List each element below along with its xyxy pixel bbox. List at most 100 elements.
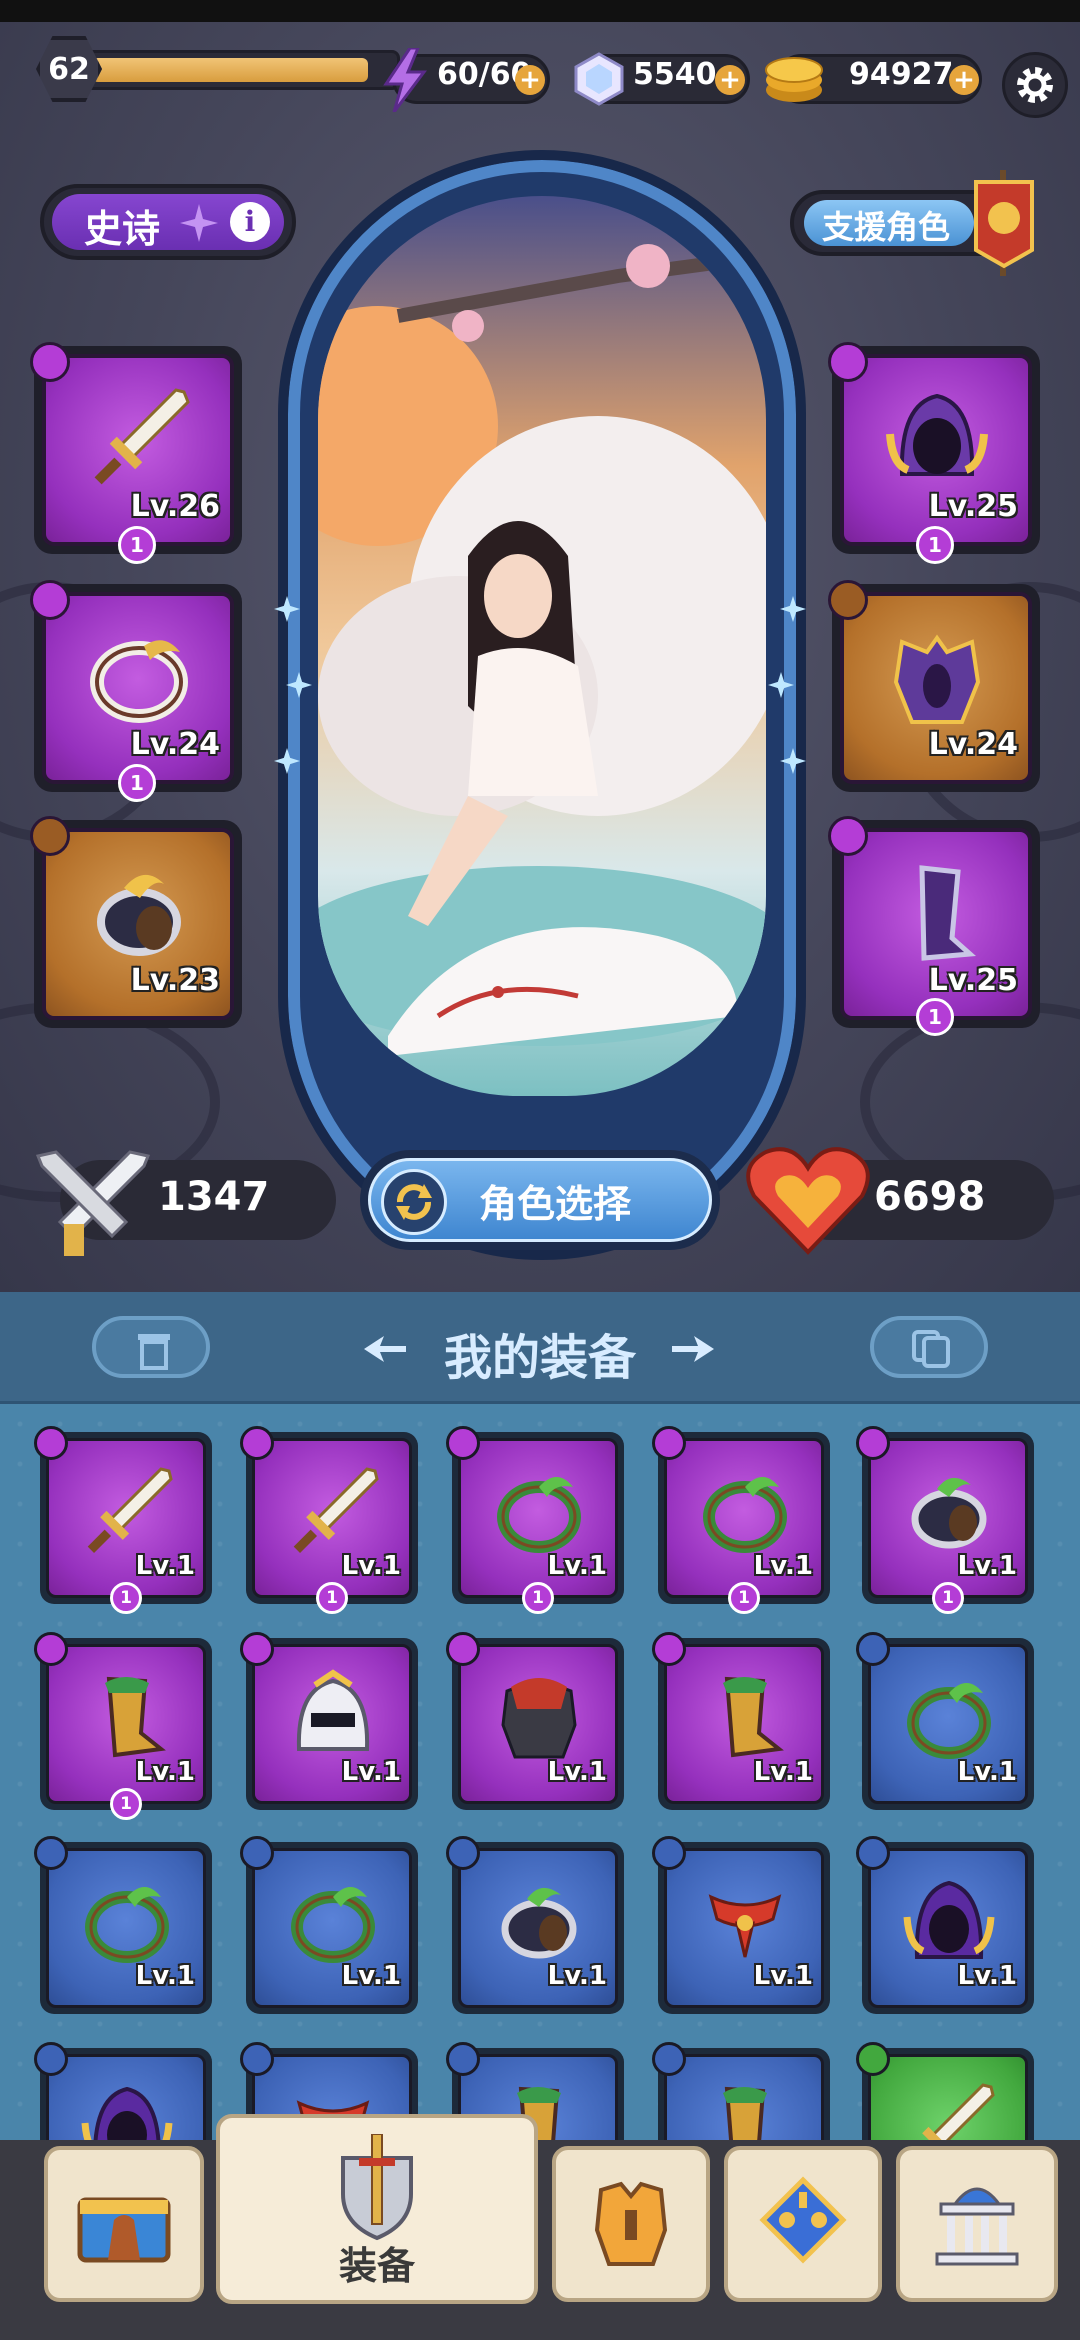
- inventory-item[interactable]: Lv.1 1: [652, 1426, 830, 1614]
- nav-equipment[interactable]: 装备: [216, 2114, 538, 2304]
- rarity-badge[interactable]: 史诗 i: [40, 184, 296, 260]
- ring-type-icon: [30, 580, 70, 620]
- player-level[interactable]: 62: [36, 36, 400, 102]
- ring-icon: [90, 640, 188, 723]
- boots-icon: [105, 1676, 166, 1758]
- inventory-item-level: Lv.1: [957, 1551, 1017, 1581]
- health-value: 6698: [874, 1174, 986, 1220]
- nav-building[interactable]: [896, 2146, 1058, 2302]
- star-rank-badge: 1: [522, 1582, 554, 1614]
- item-type-icon: [652, 2042, 686, 2076]
- treasure-chest-icon: [77, 2197, 171, 2263]
- inventory-item[interactable]: Lv.1 1: [34, 1632, 212, 1820]
- equip-slot-frame: Lv.24: [42, 592, 234, 784]
- equip-slot-ring[interactable]: Lv.24 1: [30, 580, 242, 802]
- ring-icon: [703, 1477, 787, 1553]
- equip-level: Lv.25: [928, 489, 1018, 524]
- inventory-item-level: Lv.1: [135, 1551, 195, 1581]
- rarity-label: 史诗: [84, 207, 161, 251]
- inventory-item[interactable]: Lv.1 1: [34, 1426, 212, 1614]
- item-type-icon: [446, 1632, 480, 1666]
- sword-icon: [293, 1467, 379, 1554]
- equip-slot-accessory[interactable]: Lv.23: [30, 816, 242, 1028]
- inventory-item-level: Lv.1: [957, 1961, 1017, 1991]
- star-rank-badge: 1: [118, 526, 156, 564]
- inventory-item-frame: Lv.1: [46, 1848, 206, 2008]
- settings-button[interactable]: [1002, 52, 1068, 118]
- inventory-item-level: Lv.1: [341, 1551, 401, 1581]
- ring-icon: [907, 1683, 991, 1759]
- ring-icon: [85, 1887, 169, 1963]
- level-progress-fill: [92, 58, 368, 82]
- star-rank-badge: 1: [110, 1788, 142, 1820]
- character-select-button[interactable]: 角色选择: [360, 1150, 720, 1250]
- inventory-item-level: Lv.1: [135, 1961, 195, 1991]
- item-type-icon: [446, 2042, 480, 2076]
- nav-armor[interactable]: [552, 2146, 710, 2302]
- ring-icon: [291, 1887, 375, 1963]
- inventory-item-level: Lv.1: [753, 1551, 813, 1581]
- item-type-icon: [446, 1426, 480, 1460]
- star-rank-badge: 1: [916, 998, 954, 1036]
- inventory-header: 我的装备: [0, 1292, 1080, 1404]
- support-role-label: 支援角色: [822, 208, 951, 246]
- equip-level: Lv.23: [130, 963, 220, 998]
- add-gold-button[interactable]: +: [949, 65, 979, 95]
- inventory-item[interactable]: Lv.1: [240, 1836, 418, 2014]
- inventory-item-frame: Lv.1: [664, 1644, 824, 1804]
- gold-value: 94927: [849, 57, 954, 92]
- character-select-label: 角色选择: [479, 1182, 632, 1226]
- sparkle-icon: [180, 204, 218, 242]
- ring-icon: [497, 1477, 581, 1553]
- character-portrait[interactable]: [318, 196, 766, 1096]
- swords-icon: [35, 1150, 151, 1256]
- inventory-item-level: Lv.1: [753, 1961, 813, 1991]
- equip-slot-armor[interactable]: Lv.24: [828, 580, 1040, 792]
- attack-value: 1347: [158, 1174, 270, 1220]
- armor-icon: [893, 634, 981, 724]
- gold-coins-icon: [765, 57, 823, 102]
- item-type-icon: [856, 2042, 890, 2076]
- inventory-item[interactable]: Lv.1: [34, 1836, 212, 2014]
- banner-icon[interactable]: [970, 170, 1038, 276]
- left-ornament-icon: [364, 1336, 406, 1362]
- inventory-item[interactable]: Lv.1: [652, 1632, 830, 1810]
- nav-skills[interactable]: [724, 2146, 882, 2302]
- equip-slot-weapon[interactable]: Lv.26 1: [30, 342, 242, 564]
- equip-slot-helmet[interactable]: Lv.25 1: [828, 342, 1040, 564]
- scarf-icon: [708, 1894, 782, 1958]
- gear-icon: [1017, 67, 1053, 103]
- boots-icon: [919, 865, 976, 961]
- info-icon[interactable]: i: [230, 202, 270, 242]
- inventory-item-frame: Lv.1: [458, 1848, 618, 2008]
- add-energy-button[interactable]: +: [515, 65, 545, 95]
- inventory-item-level: Lv.1: [135, 1757, 195, 1787]
- nav-treasure[interactable]: [44, 2146, 204, 2302]
- item-type-icon: [652, 1632, 686, 1666]
- inventory-item-frame: Lv.1: [664, 1848, 824, 2008]
- star-rank-badge: 1: [110, 1582, 142, 1614]
- accessory-type-icon: [30, 816, 70, 856]
- item-type-icon: [856, 1426, 890, 1460]
- inventory-item[interactable]: Lv.1: [652, 1836, 830, 2014]
- inventory-item[interactable]: Lv.1 1: [446, 1426, 624, 1614]
- star-rank-badge: 1: [932, 1582, 964, 1614]
- inventory-item[interactable]: Lv.1: [446, 1632, 624, 1810]
- equip-slot-boots[interactable]: Lv.25: [828, 816, 1040, 1028]
- bracelet-icon: [911, 1477, 987, 1549]
- equip-level: Lv.24: [130, 727, 220, 762]
- inventory-item[interactable]: Lv.1: [446, 1836, 624, 2014]
- inventory-grid: Lv.1 1 Lv.1 1 Lv.1 1 Lv.1 1 Lv.1 1 Lv.1 1 Lv.1 Lv.1 Lv…: [0, 1404, 1080, 2170]
- inventory-item-frame: Lv.1: [868, 1644, 1028, 1804]
- item-type-icon: [446, 1836, 480, 1870]
- level-badge: 62: [36, 36, 102, 102]
- inventory-item[interactable]: Lv.1: [856, 1836, 1034, 2014]
- inventory-item[interactable]: Lv.1 1: [856, 1426, 1034, 1614]
- item-type-icon: [856, 1632, 890, 1666]
- inventory-item[interactable]: Lv.1 1: [240, 1426, 418, 1614]
- inventory-item[interactable]: Lv.1: [856, 1632, 1034, 1810]
- sort-button[interactable]: [870, 1316, 988, 1378]
- add-gems-button[interactable]: +: [715, 65, 745, 95]
- item-type-icon: [34, 1426, 68, 1460]
- inventory-item[interactable]: Lv.1: [240, 1632, 418, 1810]
